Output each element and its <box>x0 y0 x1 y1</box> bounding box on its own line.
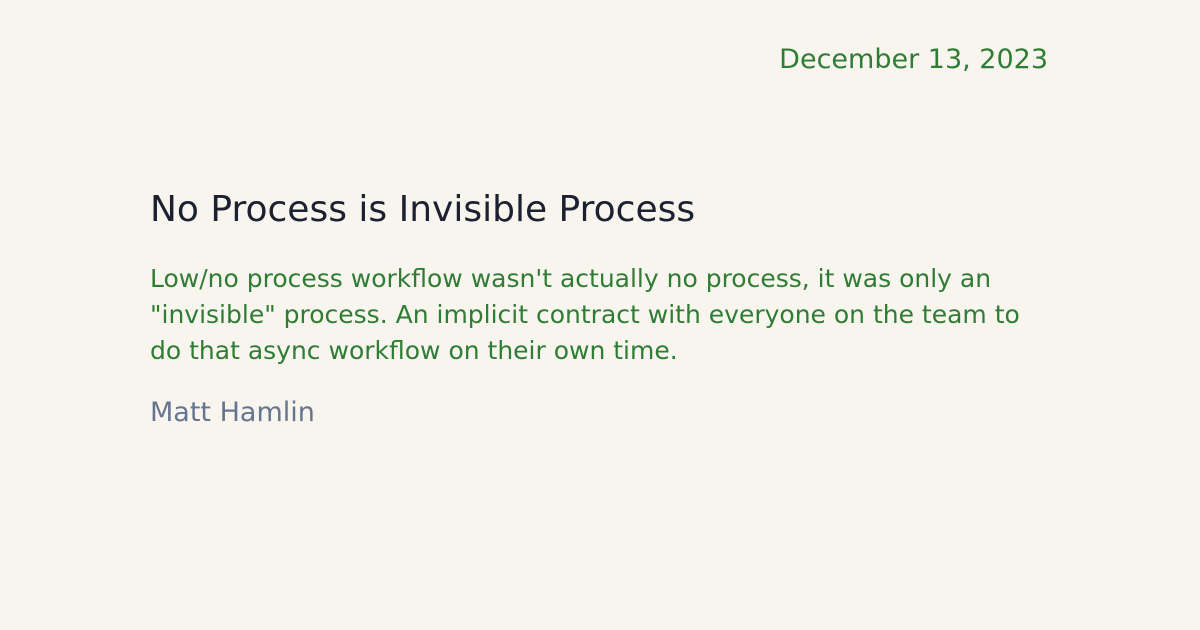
post-excerpt: Low/no process workflow wasn't actually … <box>150 264 1020 365</box>
post-date: December 13, 2023 <box>779 44 1048 75</box>
post-author: Matt Hamlin <box>150 397 315 428</box>
social-card: December 13, 2023 No Process is Invisibl… <box>0 0 1200 630</box>
post-content: No Process is Invisible Process Low/no p… <box>150 185 1050 431</box>
post-title: No Process is Invisible Process <box>150 189 696 230</box>
